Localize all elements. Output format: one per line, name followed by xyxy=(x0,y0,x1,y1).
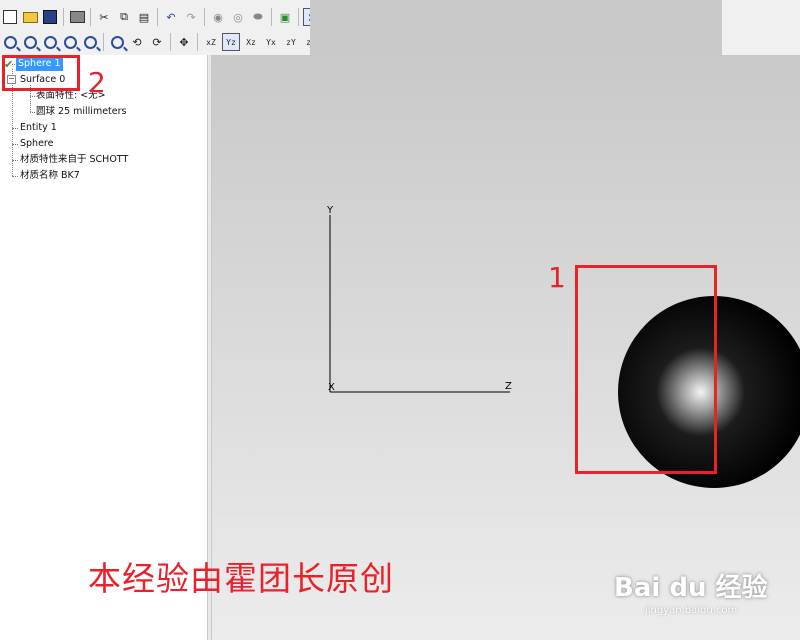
toolbar-separator xyxy=(170,33,171,51)
tree-connector xyxy=(12,128,18,129)
zoom-out-button[interactable] xyxy=(21,33,39,51)
cut-button[interactable]: ✂ xyxy=(95,8,113,26)
annotation-box-1 xyxy=(575,265,717,474)
spin-icon: ⟳ xyxy=(152,35,162,49)
baidu-watermark-site: jingyan.baidu.com xyxy=(645,605,738,616)
toolbar-separator xyxy=(90,8,91,26)
zoom-in-button[interactable] xyxy=(1,33,19,51)
show-button[interactable]: ◉ xyxy=(209,8,227,26)
render-button[interactable]: ▣ xyxy=(276,8,294,26)
hide-button[interactable]: ◎ xyxy=(229,8,247,26)
zoom-all-icon xyxy=(83,35,97,49)
rotate-icon: ⟲ xyxy=(132,35,142,49)
zoom-fit-icon xyxy=(63,35,77,49)
redo-button[interactable]: ↷ xyxy=(182,8,200,26)
zoom-window-button[interactable] xyxy=(41,33,59,51)
tree-item-material-source[interactable]: 材质特性来自于 SCHOTT xyxy=(20,153,128,167)
baidu-watermark: Bai du 经验 xyxy=(614,573,768,603)
folder-icon xyxy=(22,11,38,23)
open-file-button[interactable] xyxy=(21,8,39,26)
toolbar-separator xyxy=(63,8,64,26)
tree-connector xyxy=(30,96,35,97)
toolbar-separator xyxy=(157,8,158,26)
toggle-icon: ⬬ xyxy=(253,10,263,23)
zoom-selection-button[interactable] xyxy=(108,33,126,51)
spin-button[interactable]: ⟳ xyxy=(148,33,166,51)
toolbar-separator xyxy=(271,8,272,26)
view-xz-alt-button[interactable]: Xz xyxy=(242,33,260,51)
printer-icon xyxy=(69,11,85,23)
main-toolbar: ✂ ⧉ ▤ ↶ ↷ ◉ ◎ ⬬ ▣ ➤ ➹ xyxy=(0,5,342,29)
save-icon xyxy=(43,10,57,24)
save-button[interactable] xyxy=(41,8,59,26)
paste-button[interactable]: ▤ xyxy=(135,8,153,26)
print-button[interactable] xyxy=(68,8,86,26)
zoom-in-icon xyxy=(3,35,17,49)
move-icon: ✥ xyxy=(179,35,189,49)
view-xz-button[interactable]: xZ xyxy=(202,33,220,51)
copy-icon: ⧉ xyxy=(120,10,128,23)
toolbar-separator xyxy=(197,33,198,51)
rotate-button[interactable]: ⟲ xyxy=(128,33,146,51)
zoom-window-icon xyxy=(43,35,57,49)
zoom-all-button[interactable] xyxy=(81,33,99,51)
tree-connector xyxy=(30,112,35,113)
view-toolbar: ⟲ ⟳ ✥ xZ Yz Xz Yx zY zX Yz Yt xyxy=(0,30,361,54)
toolbar-separator xyxy=(103,33,104,51)
toolbar-separator xyxy=(298,8,299,26)
tree-connector xyxy=(12,176,18,177)
tree-item-sphere[interactable]: Sphere xyxy=(20,137,53,151)
tree-connector xyxy=(12,160,18,161)
undo-icon: ↶ xyxy=(166,10,176,24)
view-zy-button[interactable]: zY xyxy=(282,33,300,51)
paste-icon: ▤ xyxy=(138,10,150,24)
redo-icon: ↷ xyxy=(186,10,196,24)
tree-connector xyxy=(12,144,18,145)
axis-z-label: Z xyxy=(505,381,512,392)
tree-item-material-name[interactable]: 材质名称 BK7 xyxy=(20,169,80,183)
tree-item-entity-1[interactable]: Entity 1 xyxy=(20,121,57,135)
annotation-box-2 xyxy=(2,55,80,91)
eye-icon: ◉ xyxy=(213,10,223,24)
zoom-fit-button[interactable] xyxy=(61,33,79,51)
scissors-icon: ✂ xyxy=(99,10,109,24)
axis-x-label: X xyxy=(328,382,335,393)
toggle-button[interactable]: ⬬ xyxy=(249,8,267,26)
author-caption: 本经验由霍团长原创 xyxy=(88,559,394,598)
zoom-selection-icon xyxy=(110,35,124,49)
new-file-button[interactable] xyxy=(1,8,19,26)
zoom-out-icon xyxy=(23,35,37,49)
axis-y-label: Y xyxy=(327,205,334,216)
toolbar-separator xyxy=(204,8,205,26)
eye-off-icon: ◎ xyxy=(233,10,243,24)
annotation-number-1: 1 xyxy=(548,261,566,294)
annotation-number-2: 2 xyxy=(88,66,106,99)
pan-button[interactable]: ✥ xyxy=(175,33,193,51)
view-yz-button[interactable]: Yz xyxy=(222,33,240,51)
cube-icon: ▣ xyxy=(279,10,291,24)
copy-button[interactable]: ⧉ xyxy=(115,8,133,26)
view-yx-button[interactable]: Yx xyxy=(262,33,280,51)
tree-item-sphere-radius[interactable]: 圆球 25 millimeters xyxy=(36,105,126,119)
undo-button[interactable]: ↶ xyxy=(162,8,180,26)
new-file-icon xyxy=(3,10,17,24)
